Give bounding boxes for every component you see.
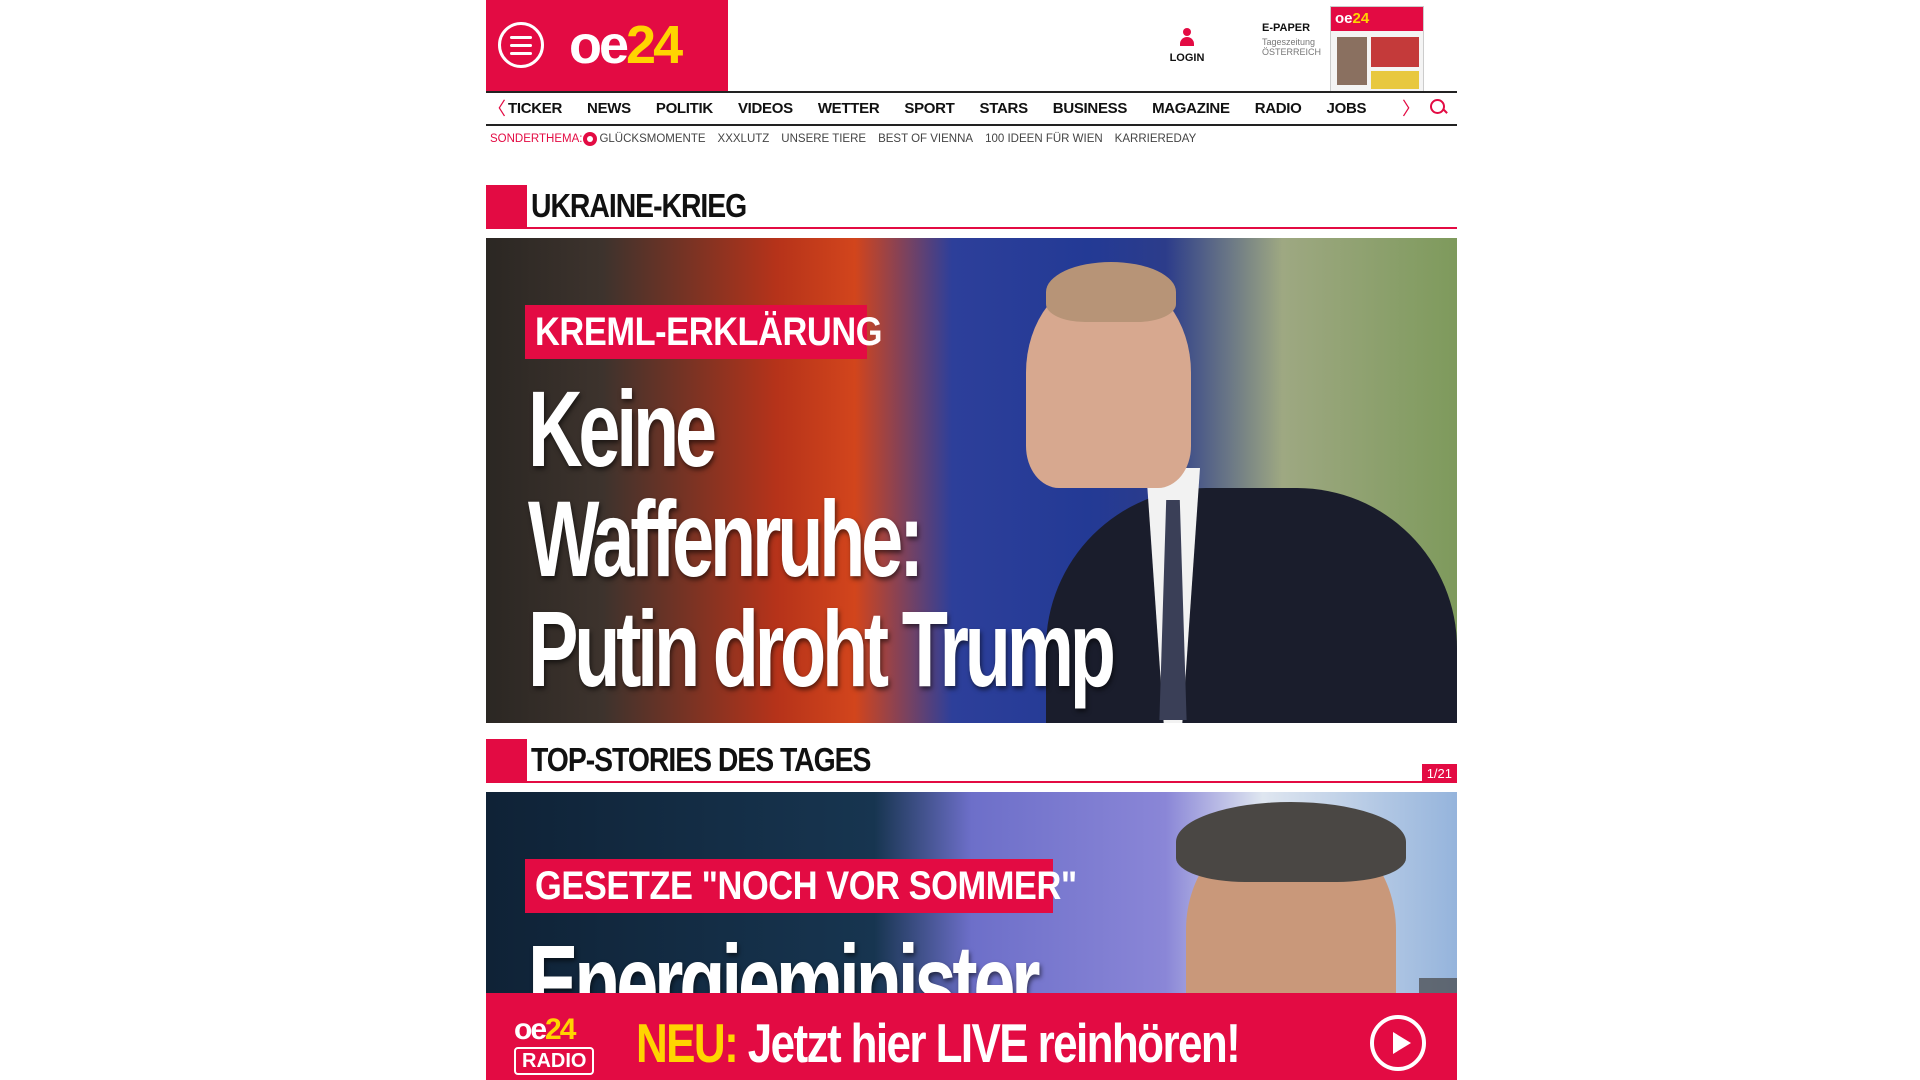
slide-counter: 1/21: [1421, 764, 1457, 783]
nav-item-business[interactable]: BUSINESS: [1053, 100, 1128, 117]
radio-logo-top: oe24: [514, 1015, 606, 1045]
brand-header-box: oe24: [486, 0, 728, 91]
article-kicker: KREML-ERKLÄRUNG: [525, 305, 883, 359]
epaper-thumb-photo: [1371, 37, 1419, 67]
section-header-ukraine: UKRAINE-KRIEG: [486, 185, 1457, 229]
radio-logo-24: 24: [545, 1013, 576, 1046]
clover-icon: [583, 132, 598, 146]
headline-line: Energieminister: [528, 922, 1041, 1003]
search-icon[interactable]: [1430, 99, 1447, 116]
special-topic-link[interactable]: GLÜCKSMOMENTE: [599, 133, 705, 145]
section-accent-bar: [486, 739, 527, 783]
logo-24: 24: [626, 15, 683, 75]
special-topic-label: SONDERTHEMA:: [490, 133, 583, 145]
radio-banner-neu: NEU:: [636, 1012, 739, 1074]
nav-scroll-left-icon[interactable]: 〈: [488, 99, 506, 119]
user-icon: [1180, 28, 1194, 48]
headline-line: Waffenruhe:: [528, 478, 924, 599]
article-kicker: GESETZE "NOCH VOR SOMMER": [525, 859, 1077, 913]
epaper-thumbnail[interactable]: oe24: [1330, 6, 1424, 92]
oe24-radio-logo: oe24 RADIO: [514, 1015, 606, 1075]
hero-article-top-story[interactable]: GESETZE "NOCH VOR SOMMER" Energieministe…: [486, 792, 1457, 1002]
special-topic-link[interactable]: BEST OF VIENNA: [878, 133, 973, 145]
nav-item-news[interactable]: NEWS: [587, 100, 631, 117]
special-topic-link[interactable]: XXXLUTZ: [718, 133, 770, 145]
epaper-link[interactable]: E-PAPER Tageszeitung ÖSTERREICH: [1262, 22, 1326, 57]
special-topics-bar: SONDERTHEMA: GLÜCKSMOMENTE XXXLUTZ UNSER…: [490, 131, 1208, 147]
nav-item-stars[interactable]: STARS: [980, 100, 1029, 117]
nav-item-sport[interactable]: SPORT: [904, 100, 954, 117]
photo-figure-hair: [1176, 802, 1406, 882]
section-header-top-stories: TOP-STORIES DES TAGES 1/21: [486, 739, 1457, 783]
section-rule: [527, 227, 1457, 229]
section-title[interactable]: TOP-STORIES DES TAGES: [531, 741, 871, 779]
nav-items: TICKER NEWS POLITIK VIDEOS WETTER SPORT …: [508, 93, 1391, 124]
special-topic-link[interactable]: 100 IDEEN FÜR WIEN: [985, 133, 1103, 145]
hero-article-ukraine[interactable]: KREML-ERKLÄRUNG Keine Waffenruhe: Putin …: [486, 238, 1457, 723]
radio-banner-text: NEU: Jetzt hier LIVE reinhören!: [636, 1011, 1241, 1075]
carousel-next-control[interactable]: [1419, 978, 1457, 994]
oe24-logo[interactable]: oe24: [569, 14, 683, 76]
nav-item-jobs[interactable]: JOBS: [1327, 100, 1367, 117]
nav-item-wetter[interactable]: WETTER: [818, 100, 880, 117]
login-button[interactable]: LOGIN: [1160, 28, 1214, 64]
hamburger-menu-icon[interactable]: [498, 22, 544, 68]
thumb-logo-24: 24: [1352, 10, 1370, 27]
section-rule: [527, 781, 1457, 783]
nav-item-videos[interactable]: VIDEOS: [738, 100, 793, 117]
nav-item-politik[interactable]: POLITIK: [656, 100, 713, 117]
epaper-thumb-photo: [1337, 37, 1367, 85]
special-topic-link[interactable]: UNSERE TIERE: [781, 133, 866, 145]
nav-item-ticker[interactable]: TICKER: [508, 100, 562, 117]
section-title[interactable]: UKRAINE-KRIEG: [531, 187, 747, 225]
radio-live-banner[interactable]: oe24 RADIO NEU: Jetzt hier LIVE reinhöre…: [486, 993, 1457, 1080]
nav-scroll-right-icon[interactable]: 〉: [1402, 99, 1420, 119]
article-kicker-text: KREML-ERKLÄRUNG: [535, 310, 883, 354]
epaper-region: ÖSTERREICH: [1262, 47, 1322, 57]
radio-logo-label: RADIO: [514, 1047, 595, 1075]
nav-item-radio[interactable]: RADIO: [1255, 100, 1302, 117]
epaper-thumb-masthead: oe24: [1331, 7, 1423, 31]
thumb-logo-oe: oe: [1335, 10, 1353, 27]
article-kicker-text: GESETZE "NOCH VOR SOMMER": [535, 864, 1077, 908]
photo-figure-hair: [1046, 262, 1176, 322]
article-headline[interactable]: Keine Waffenruhe: Putin droht Trump: [528, 368, 1116, 709]
login-label: LOGIN: [1169, 52, 1205, 64]
radio-logo-oe: oe: [514, 1013, 547, 1046]
article-headline[interactable]: Energieminister: [528, 922, 1041, 1003]
nav-item-magazine[interactable]: MAGAZINE: [1152, 100, 1230, 117]
special-topic-link[interactable]: KARRIEREDAY: [1115, 133, 1197, 145]
main-navigation: 〈 TICKER NEWS POLITIK VIDEOS WETTER SPOR…: [486, 91, 1457, 126]
epaper-subtitle: Tageszeitung: [1262, 37, 1316, 47]
radio-banner-message: Jetzt hier LIVE reinhören!: [737, 1012, 1241, 1074]
headline-line: Keine: [528, 368, 717, 489]
epaper-title: E-PAPER: [1262, 22, 1311, 34]
play-icon[interactable]: [1370, 1015, 1426, 1071]
epaper-thumb-photo: [1371, 71, 1419, 89]
section-accent-bar: [486, 185, 527, 229]
logo-oe: oe: [569, 15, 629, 75]
headline-line: Putin droht Trump: [528, 588, 1116, 709]
